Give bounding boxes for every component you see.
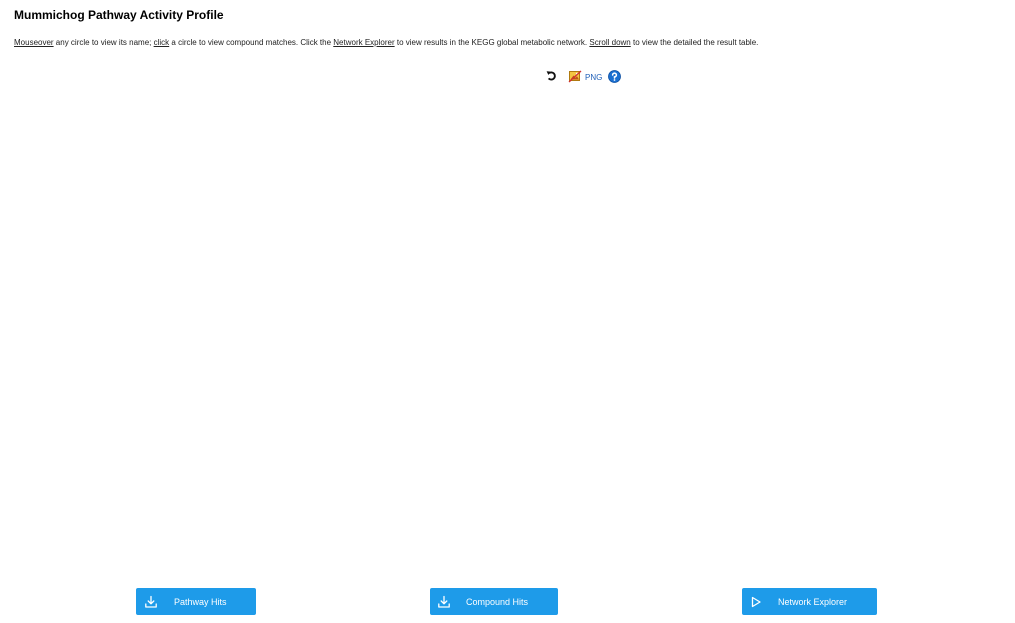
click-link[interactable]: click [154,38,170,47]
play-icon [749,595,763,609]
png-export-link[interactable]: PNG [585,70,602,82]
chart-toolbar: PNG [546,68,622,84]
compound-hits-button[interactable]: Compound Hits [430,588,558,615]
download-icon [144,595,158,609]
page-title: Mummichog Pathway Activity Profile [14,8,224,22]
image-export-icon[interactable] [568,70,582,83]
download-icon [437,595,451,609]
instructions-text: Mouseover any circle to view its name; c… [14,38,758,48]
instructions-part-3: to view results in the KEGG global metab… [394,38,590,47]
reset-icon[interactable] [546,70,558,82]
network-explorer-link[interactable]: Network Explorer [333,38,394,47]
pathway-hits-button[interactable]: Pathway Hits [136,588,256,615]
network-explorer-label: Network Explorer [778,597,848,607]
help-icon[interactable] [608,69,622,83]
pathway-plot-area[interactable] [14,92,1000,572]
mouseover-link[interactable]: Mouseover [14,38,54,47]
instructions-part-2: a circle to view compound matches. Click… [169,38,334,47]
scroll-down-link[interactable]: Scroll down [589,38,630,47]
network-explorer-button[interactable]: Network Explorer [742,588,877,615]
compound-hits-label: Compound Hits [466,597,529,607]
instructions-part-4: to view the detailed the result table. [630,38,759,47]
instructions-part-1: any circle to view its name; [53,38,154,47]
pathway-hits-label: Pathway Hits [174,597,227,607]
